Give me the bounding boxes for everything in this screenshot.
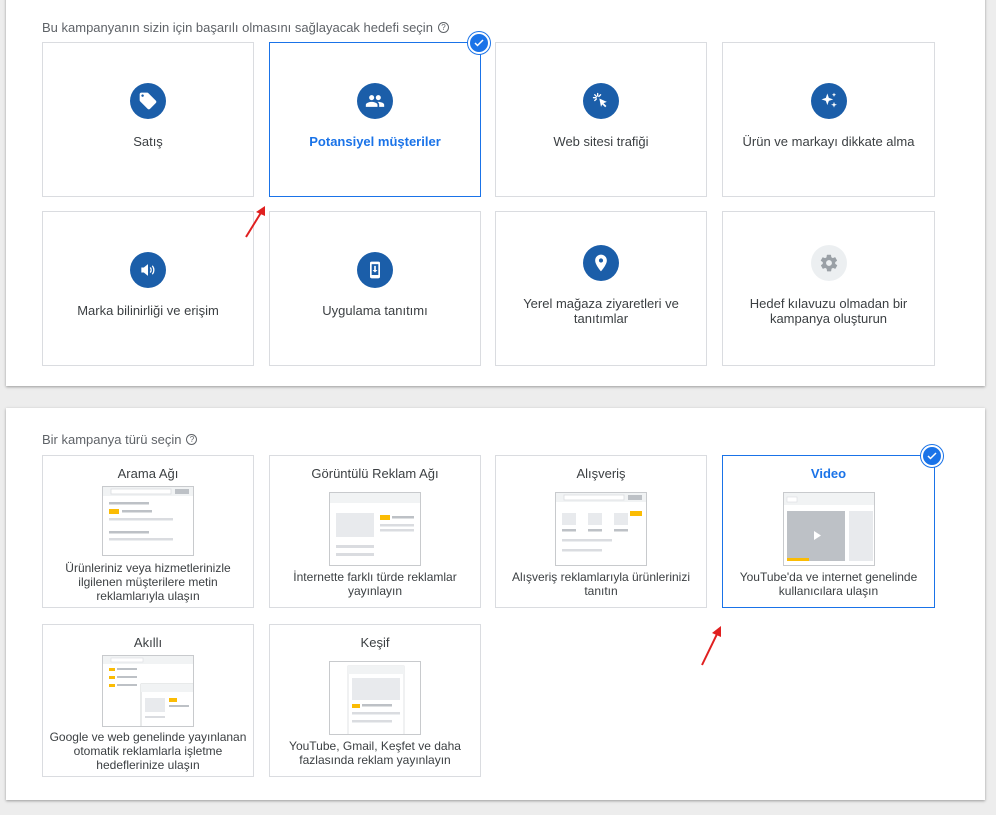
discovery-thumbnail: [329, 661, 421, 735]
annotation-arrow-icon: [245, 206, 265, 238]
type-card-description: Google ve web genelinde yayınlanan otoma…: [49, 730, 247, 772]
type-card-display[interactable]: Görüntülü Reklam Ağı İnternette farklı t…: [269, 455, 481, 608]
type-card-discovery[interactable]: Keşif YouTube, Gmail, Keşfet ve daha faz…: [269, 624, 481, 777]
goal-card-brand-awareness[interactable]: Marka bilinirliği ve erişim: [42, 211, 254, 366]
campaign-type-panel: Bir kampanya türü seçin ? Arama Ağı Ürün…: [6, 408, 985, 800]
goal-card-website-traffic[interactable]: Web sitesi trafiği: [495, 42, 707, 197]
selected-check-icon: [921, 445, 943, 467]
type-card-smart[interactable]: Akıllı Google ve web genelinde yayınlana…: [42, 624, 254, 777]
display-thumbnail: [329, 492, 421, 566]
people-icon: [357, 83, 393, 119]
megaphone-icon: [130, 252, 166, 288]
goal-card-label: Web sitesi trafiği: [553, 134, 649, 149]
type-card-title: Arama Ağı: [117, 466, 179, 481]
type-card-description: İnternette farklı türde reklamlar yayınl…: [293, 570, 457, 598]
goal-card-label: Hedef kılavuzu olmadan bir kampanya oluş…: [749, 296, 908, 326]
goal-card-sales[interactable]: Satış: [42, 42, 254, 197]
annotation-arrow-icon: [701, 626, 721, 666]
gear-icon: [810, 245, 847, 281]
goal-card-label: Potansiyel müşteriler: [309, 134, 441, 149]
goal-card-label: Yerel mağaza ziyaretleri ve tanıtımlar: [523, 296, 679, 326]
type-card-description: Alışveriş reklamlarıyla ürünlerinizi tan…: [511, 570, 691, 598]
selected-check-icon: [468, 32, 490, 54]
goal-card-label: Uygulama tanıtımı: [322, 303, 428, 318]
shopping-thumbnail: [555, 492, 647, 566]
location-pin-icon: [583, 245, 619, 281]
type-card-title: Video: [810, 466, 847, 481]
goal-card-consideration[interactable]: Ürün ve markayı dikkate alma: [722, 42, 935, 197]
sparkle-icon: [810, 83, 847, 119]
goal-section-title: Bu kampanyanın sizin için başarılı olmas…: [42, 20, 449, 35]
type-card-video[interactable]: Video YouTube'da ve internet genelinde k…: [722, 455, 935, 608]
type-card-shopping[interactable]: Alışveriş Alışveriş reklamlarıyla ürünle…: [495, 455, 707, 608]
help-icon[interactable]: ?: [437, 22, 449, 33]
goal-card-no-goal[interactable]: Hedef kılavuzu olmadan bir kampanya oluş…: [722, 211, 935, 366]
video-thumbnail: [782, 492, 875, 566]
goal-card-label: Satış: [133, 134, 163, 149]
goal-card-app-promotion[interactable]: Uygulama tanıtımı: [269, 211, 481, 366]
smart-thumbnail: [102, 655, 194, 727]
goal-card-label: Marka bilinirliği ve erişim: [77, 303, 219, 318]
type-card-search[interactable]: Arama Ağı Ürünleriniz veya hizmetleriniz…: [42, 455, 254, 608]
goal-section-title-text: Bu kampanyanın sizin için başarılı olmas…: [42, 20, 433, 35]
type-card-description: Ürünleriniz veya hizmetlerinizle ilgilen…: [65, 561, 231, 603]
goal-card-local-store-visits[interactable]: Yerel mağaza ziyaretleri ve tanıtımlar: [495, 211, 707, 366]
tag-icon: [130, 83, 166, 119]
goal-selection-panel: Bu kampanyanın sizin için başarılı olmas…: [6, 0, 985, 386]
goal-card-leads[interactable]: Potansiyel müşteriler: [269, 42, 481, 197]
goal-card-label: Ürün ve markayı dikkate alma: [742, 134, 915, 149]
type-card-description: YouTube'da ve internet genelinde kullanı…: [739, 570, 918, 598]
phone-download-icon: [357, 252, 393, 288]
type-section-title-text: Bir kampanya türü seçin: [42, 432, 182, 447]
type-card-title: Akıllı: [133, 635, 163, 650]
type-card-title: Keşif: [360, 635, 390, 650]
cursor-click-icon: [583, 83, 619, 119]
search-thumbnail: [102, 486, 194, 556]
type-card-title: Alışveriş: [576, 466, 626, 481]
help-icon[interactable]: ?: [186, 434, 198, 445]
type-card-description: YouTube, Gmail, Keşfet ve daha fazlasınd…: [289, 739, 461, 767]
type-section-title: Bir kampanya türü seçin ?: [42, 432, 198, 447]
type-card-title: Görüntülü Reklam Ağı: [311, 466, 439, 481]
